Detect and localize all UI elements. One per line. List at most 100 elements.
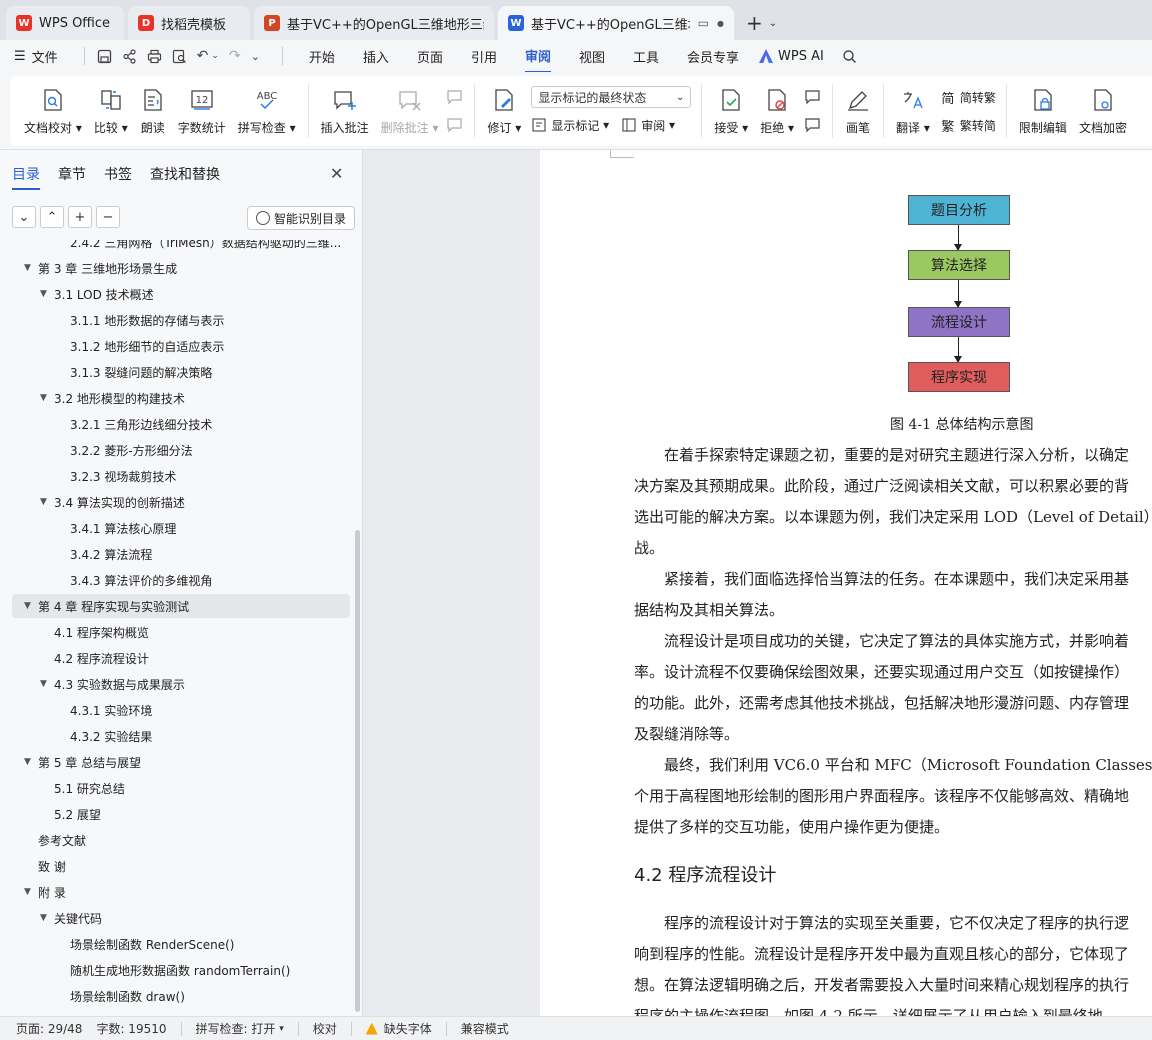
caret-down-icon[interactable]: ▼ bbox=[24, 601, 38, 611]
smart-toc-button[interactable]: 智能识别目录 bbox=[247, 206, 356, 230]
restrict-edit-button[interactable]: 限制编辑 bbox=[1019, 87, 1067, 136]
spell-check-status[interactable]: 拼写检查: 打开 ▾ bbox=[196, 1020, 284, 1037]
nav-tab-3[interactable]: 查找和替换 bbox=[150, 164, 220, 190]
tab-0[interactable]: W WPS Office bbox=[6, 6, 124, 40]
toc-item[interactable]: ▼ 3.4 算法实现的创新描述 bbox=[40, 490, 185, 514]
menu-1[interactable]: 插入 bbox=[363, 41, 389, 72]
toc-item[interactable]: ▼ 第 3 章 三维地形场景生成 bbox=[24, 256, 177, 280]
menu-7[interactable]: 会员专享 bbox=[687, 41, 739, 72]
toc-scrollbar[interactable] bbox=[355, 530, 360, 1012]
toc-item[interactable]: ▼ 附 录 bbox=[24, 880, 66, 904]
quick-access-more-icon[interactable]: ⌄ bbox=[251, 50, 260, 63]
menu-4[interactable]: 审阅 bbox=[524, 40, 551, 73]
document-page[interactable]: 图 4-1 总体结构示意图 4.2 程序流程设计 题目分析 算法选择 流程设计 程序实… bbox=[540, 150, 1152, 1016]
toc-item[interactable]: 场景绘制函数 RenderScene() bbox=[56, 932, 235, 956]
toc-item[interactable]: ▼ 第 4 章 程序实现与实验测试 bbox=[12, 594, 350, 618]
prev-change-icon[interactable] bbox=[804, 84, 822, 110]
toc-item[interactable]: 随机生成地形数据函数 randomTerrain() bbox=[56, 958, 290, 982]
menu-5[interactable]: 视图 bbox=[579, 41, 605, 72]
toc-item[interactable]: 致 谢 bbox=[24, 854, 66, 878]
nav-tab-1[interactable]: 章节 bbox=[58, 164, 86, 190]
menu-3[interactable]: 引用 bbox=[471, 41, 497, 72]
toc-item[interactable]: 3.2.1 三角形边线细分技术 bbox=[56, 412, 212, 436]
tab-2[interactable]: P 基于VC++的OpenGL三维地形三维司 bbox=[254, 6, 494, 40]
menu-6[interactable]: 工具 bbox=[633, 41, 659, 72]
toc-item[interactable]: 2.4.2 三角网格（TriMesh）数据结构驱动的三维... bbox=[56, 240, 350, 254]
toc-item[interactable]: ▼ 第 5 章 总结与展望 bbox=[24, 750, 141, 774]
caret-down-icon[interactable]: ▼ bbox=[40, 913, 54, 923]
unsaved-dot-icon[interactable]: ● bbox=[717, 19, 724, 28]
share-icon[interactable] bbox=[122, 48, 137, 64]
caret-down-icon[interactable]: ▼ bbox=[40, 393, 54, 403]
word-count-button[interactable]: 12 字数统计 bbox=[178, 87, 226, 136]
collapse-icon[interactable]: ⌄ bbox=[12, 206, 36, 228]
print-icon[interactable] bbox=[147, 49, 162, 64]
toc-item[interactable]: 4.1 程序架构概览 bbox=[40, 620, 149, 644]
delete-comment-button[interactable]: 删除批注 ▾ bbox=[381, 87, 438, 136]
remove-heading-icon[interactable]: − bbox=[96, 206, 120, 228]
redo-icon[interactable]: ↷ bbox=[229, 48, 241, 64]
toc-item[interactable]: 4.3.1 实验环境 bbox=[56, 698, 152, 722]
toc-item[interactable]: 5.2 展望 bbox=[40, 802, 101, 826]
toc-item[interactable]: ▼ 4.3 实验数据与成果展示 bbox=[40, 672, 185, 696]
tab-1[interactable]: D 找稻壳模板 bbox=[128, 6, 250, 40]
caret-down-icon[interactable]: ▼ bbox=[24, 757, 38, 767]
next-change-icon[interactable] bbox=[804, 112, 822, 138]
toc-item[interactable]: 3.4.1 算法核心原理 bbox=[56, 516, 176, 540]
accept-button[interactable]: 接受 ▾ bbox=[714, 87, 748, 136]
pen-button[interactable]: 画笔 bbox=[845, 87, 871, 136]
encrypt-button[interactable]: 文档加密 bbox=[1079, 87, 1127, 136]
file-menu[interactable]: ☰ 文件 bbox=[14, 47, 58, 66]
proof-status[interactable]: 校对 bbox=[313, 1020, 337, 1037]
toc-item[interactable]: 场景绘制函数 draw() bbox=[56, 984, 185, 1008]
translate-button[interactable]: 翻译 ▾ bbox=[896, 87, 930, 136]
toc-item[interactable]: 3.2.3 视场裁剪技术 bbox=[56, 464, 176, 488]
add-heading-icon[interactable]: + bbox=[68, 206, 92, 228]
show-markup-button[interactable]: 显示标记 ▾ bbox=[531, 117, 609, 134]
toc-item[interactable]: 3.1.3 裂缝问题的解决策略 bbox=[56, 360, 212, 384]
prev-comment-icon[interactable] bbox=[446, 84, 464, 110]
toc-item[interactable]: ▼ 3.2 地形模型的构建技术 bbox=[40, 386, 185, 410]
doc-proof-button[interactable]: 文档校对 ▾ bbox=[24, 87, 82, 136]
markup-state-select[interactable]: 显示标记的最终状态 ⌄ bbox=[531, 86, 692, 108]
spell-check-button[interactable]: ABC 拼写检查 ▾ bbox=[238, 87, 296, 136]
toc-item[interactable]: 3.1.1 地形数据的存储与表示 bbox=[56, 308, 224, 332]
toc-item[interactable]: 3.1.2 地形细节的自适应表示 bbox=[56, 334, 224, 358]
save-icon[interactable] bbox=[97, 49, 112, 64]
missing-font-status[interactable]: 缺失字体 bbox=[365, 1020, 432, 1037]
nav-tab-0[interactable]: 目录 bbox=[12, 164, 40, 190]
toc-item[interactable]: 4.3.2 实验结果 bbox=[56, 724, 152, 748]
toc-item[interactable]: 3.4.2 算法流程 bbox=[56, 542, 152, 566]
toc-item[interactable]: ▼ 3.1 LOD 技术概述 bbox=[40, 282, 154, 306]
caret-down-icon[interactable]: ▼ bbox=[40, 289, 54, 299]
wps-ai-button[interactable]: WPS AI bbox=[759, 49, 824, 64]
caret-down-icon[interactable]: ▼ bbox=[40, 679, 54, 689]
insert-comment-button[interactable]: 插入批注 bbox=[321, 87, 369, 136]
toc-item[interactable]: 5.1 研究总结 bbox=[40, 776, 125, 800]
caret-down-icon[interactable]: ▼ bbox=[40, 497, 54, 507]
to-traditional-button[interactable]: 简简转繁 bbox=[940, 84, 996, 110]
undo-icon[interactable]: ↶ ⌄ bbox=[197, 48, 219, 64]
new-tab-icon[interactable]: + ⌄ bbox=[738, 6, 785, 40]
word-count-indicator[interactable]: 字数: 19510 bbox=[96, 1020, 166, 1037]
page-indicator[interactable]: 页面: 29/48 bbox=[16, 1020, 82, 1037]
caret-down-icon[interactable]: ▼ bbox=[24, 263, 38, 273]
menu-2[interactable]: 页面 bbox=[417, 41, 443, 72]
toc-item[interactable]: 参考文献 bbox=[24, 828, 86, 852]
to-simplified-button[interactable]: 繁繁转简 bbox=[940, 112, 996, 138]
search-icon[interactable] bbox=[842, 49, 857, 64]
toc-item[interactable]: 4.2 程序流程设计 bbox=[40, 646, 149, 670]
nav-tab-2[interactable]: 书签 bbox=[104, 164, 132, 190]
reject-button[interactable]: 拒绝 ▾ bbox=[760, 87, 794, 136]
print-preview-icon[interactable] bbox=[172, 49, 187, 64]
caret-down-icon[interactable]: ▼ bbox=[24, 887, 38, 897]
compare-button[interactable]: 比较 ▾ bbox=[94, 87, 128, 136]
expand-icon[interactable]: ⌃ bbox=[40, 206, 64, 228]
review-pane-button[interactable]: 审阅 ▾ bbox=[621, 117, 675, 134]
toc-item[interactable]: 3.4.3 算法评价的多维视角 bbox=[56, 568, 212, 592]
menu-0[interactable]: 开始 bbox=[309, 41, 335, 72]
toc-item[interactable]: 3.2.2 菱形-方形细分法 bbox=[56, 438, 193, 462]
next-comment-icon[interactable] bbox=[446, 112, 464, 138]
toc-item[interactable]: ▼ 关键代码 bbox=[40, 906, 102, 930]
track-changes-button[interactable]: 修订 ▾ bbox=[487, 87, 521, 136]
